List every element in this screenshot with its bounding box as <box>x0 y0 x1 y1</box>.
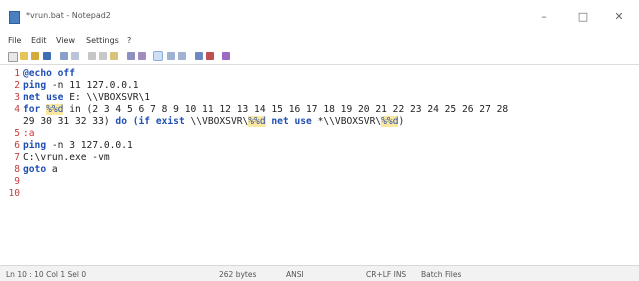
customize-icon[interactable] <box>206 52 214 60</box>
browse-icon[interactable] <box>31 52 39 60</box>
minimize-button[interactable]: – <box>527 6 561 28</box>
open-icon[interactable] <box>20 52 28 60</box>
new-icon[interactable] <box>8 52 18 62</box>
copy-icon[interactable] <box>99 52 107 60</box>
save-icon[interactable] <box>43 52 51 60</box>
editor-line[interactable]: 29 30 31 32 33) do (if exist \\VBOXSVR\%… <box>0 116 639 128</box>
editor-line[interactable]: 8 goto a <box>0 164 639 176</box>
window-title: *vrun.bat - Notepad2 <box>26 11 111 20</box>
menu-bar: File Edit View Settings ? <box>0 34 639 48</box>
editor-line[interactable]: 7 C:\vrun.exe -vm <box>0 152 639 164</box>
editor-line[interactable]: 1 @echo off <box>0 68 639 80</box>
menu-settings[interactable]: Settings <box>86 36 119 45</box>
menu-file[interactable]: File <box>8 36 21 45</box>
line-number: 8 <box>14 164 20 175</box>
exit-icon[interactable] <box>222 52 230 60</box>
replace-icon[interactable] <box>138 52 146 60</box>
line-code: for %%d in (2 3 4 5 6 7 8 9 10 11 12 13 … <box>23 104 509 115</box>
line-code: goto a <box>23 164 58 175</box>
line-number: 3 <box>14 92 20 103</box>
editor-line[interactable]: 6 ping -n 3 127.0.0.1 <box>0 140 639 152</box>
editor-line[interactable]: 10 <box>0 188 639 200</box>
editor-line[interactable]: 5:a <box>0 128 639 140</box>
zoom-out-icon[interactable] <box>178 52 186 60</box>
status-encoding: ANSI <box>286 270 304 279</box>
line-number: 2 <box>14 80 20 91</box>
text-editor[interactable]: 1 @echo off 2 ping -n 11 127.0.0.1 3 net use … <box>0 64 639 261</box>
status-size: 262 bytes <box>219 270 257 279</box>
redo-icon[interactable] <box>71 52 79 60</box>
status-position: Ln 10 : 10 Col 1 Sel 0 <box>6 270 87 279</box>
line-code: 29 30 31 32 33) do (if exist \\VBOXSVR\%… <box>23 116 405 127</box>
editor-line[interactable]: 3 net use E: \\VBOXSVR\1 <box>0 92 639 104</box>
line-number: 6 <box>14 140 20 151</box>
find-icon[interactable] <box>127 52 135 60</box>
line-number: 10 <box>8 188 20 199</box>
editor-line[interactable]: 2 ping -n 11 127.0.0.1 <box>0 80 639 92</box>
toolbar <box>0 50 639 64</box>
line-code: @echo off <box>23 68 75 79</box>
zoom-in-icon[interactable] <box>167 52 175 60</box>
line-code: C:\vrun.exe -vm <box>23 152 110 163</box>
title-bar: *vrun.bat - Notepad2 – □ ✕ <box>0 0 639 34</box>
status-bar: Ln 10 : 10 Col 1 Sel 0 262 bytes ANSI CR… <box>0 265 639 281</box>
status-line-endings: CR+LF INS <box>366 270 407 279</box>
menu-view[interactable]: View <box>56 36 75 45</box>
line-number: 9 <box>14 176 20 187</box>
line-number: 5 <box>14 128 20 139</box>
line-code: ping -n 3 127.0.0.1 <box>23 140 133 151</box>
line-number: 4 <box>14 104 20 115</box>
editor-line[interactable]: 4 for %%d in (2 3 4 5 6 7 8 9 10 11 12 13… <box>0 104 639 116</box>
paste-icon[interactable] <box>110 52 118 60</box>
line-number: 1 <box>14 68 20 79</box>
line-number: 7 <box>14 152 20 163</box>
notepad-app-icon <box>9 11 20 24</box>
maximize-button[interactable]: □ <box>566 6 600 28</box>
close-button[interactable]: ✕ <box>602 6 636 28</box>
cut-icon[interactable] <box>88 52 96 60</box>
undo-icon[interactable] <box>60 52 68 60</box>
line-code: net use E: \\VBOXSVR\1 <box>23 92 151 103</box>
menu-help[interactable]: ? <box>127 36 131 45</box>
scheme-icon[interactable] <box>195 52 203 60</box>
status-scheme: Batch Files <box>421 270 462 279</box>
menu-edit[interactable]: Edit <box>31 36 47 45</box>
editor-line[interactable]: 9 <box>0 176 639 188</box>
line-code: ping -n 11 127.0.0.1 <box>23 80 139 91</box>
line-code: :a <box>23 128 35 139</box>
word-wrap-icon[interactable] <box>153 51 163 61</box>
